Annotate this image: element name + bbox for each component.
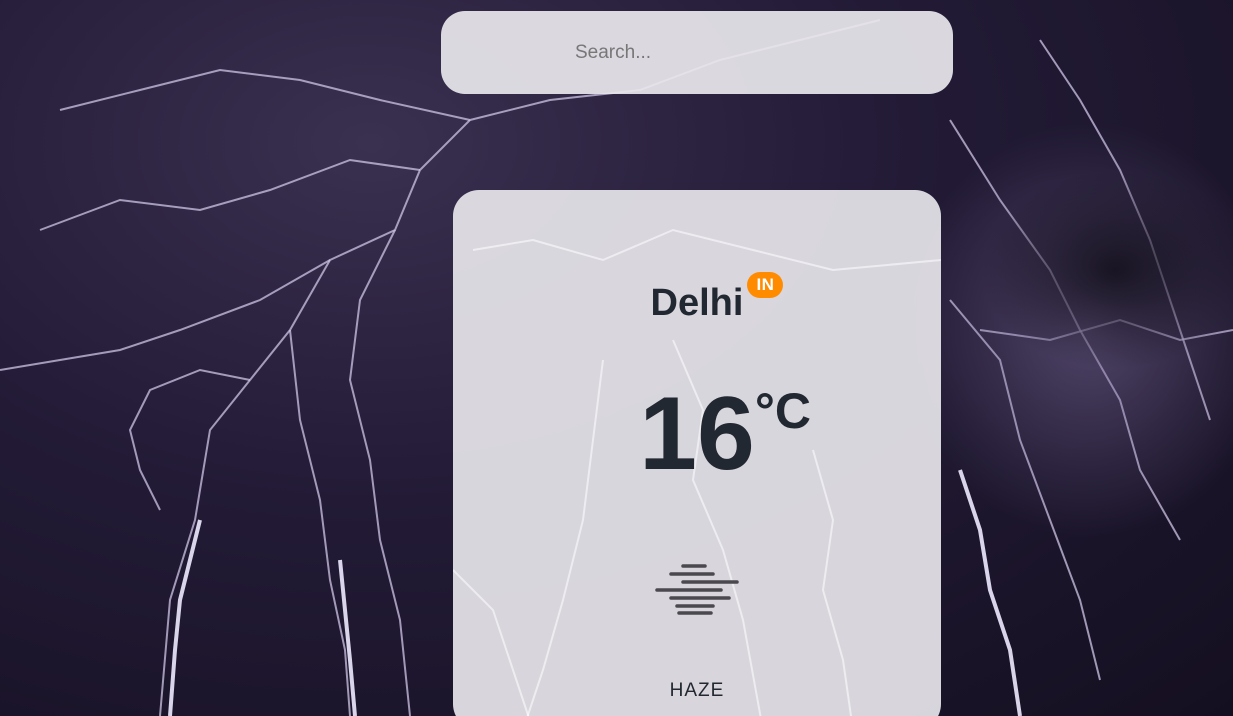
weather-description: HAZE — [669, 680, 725, 701]
temperature-row: 16 °C — [453, 382, 941, 486]
search-input[interactable] — [575, 32, 915, 73]
haze-icon — [655, 562, 739, 616]
city-label: Delhi — [650, 282, 744, 324]
temperature-unit: °C — [754, 383, 811, 439]
weather-card: Delhi IN 16 °C HAZE — [453, 190, 941, 716]
temperature-value: 16 °C — [639, 382, 811, 486]
dark-cloud — [980, 170, 1233, 370]
city-row: Delhi IN — [453, 272, 941, 325]
temperature-number: 16 — [639, 376, 755, 492]
country-badge: IN — [747, 272, 784, 298]
city-name: Delhi IN — [650, 272, 784, 325]
search-bar — [441, 11, 953, 94]
